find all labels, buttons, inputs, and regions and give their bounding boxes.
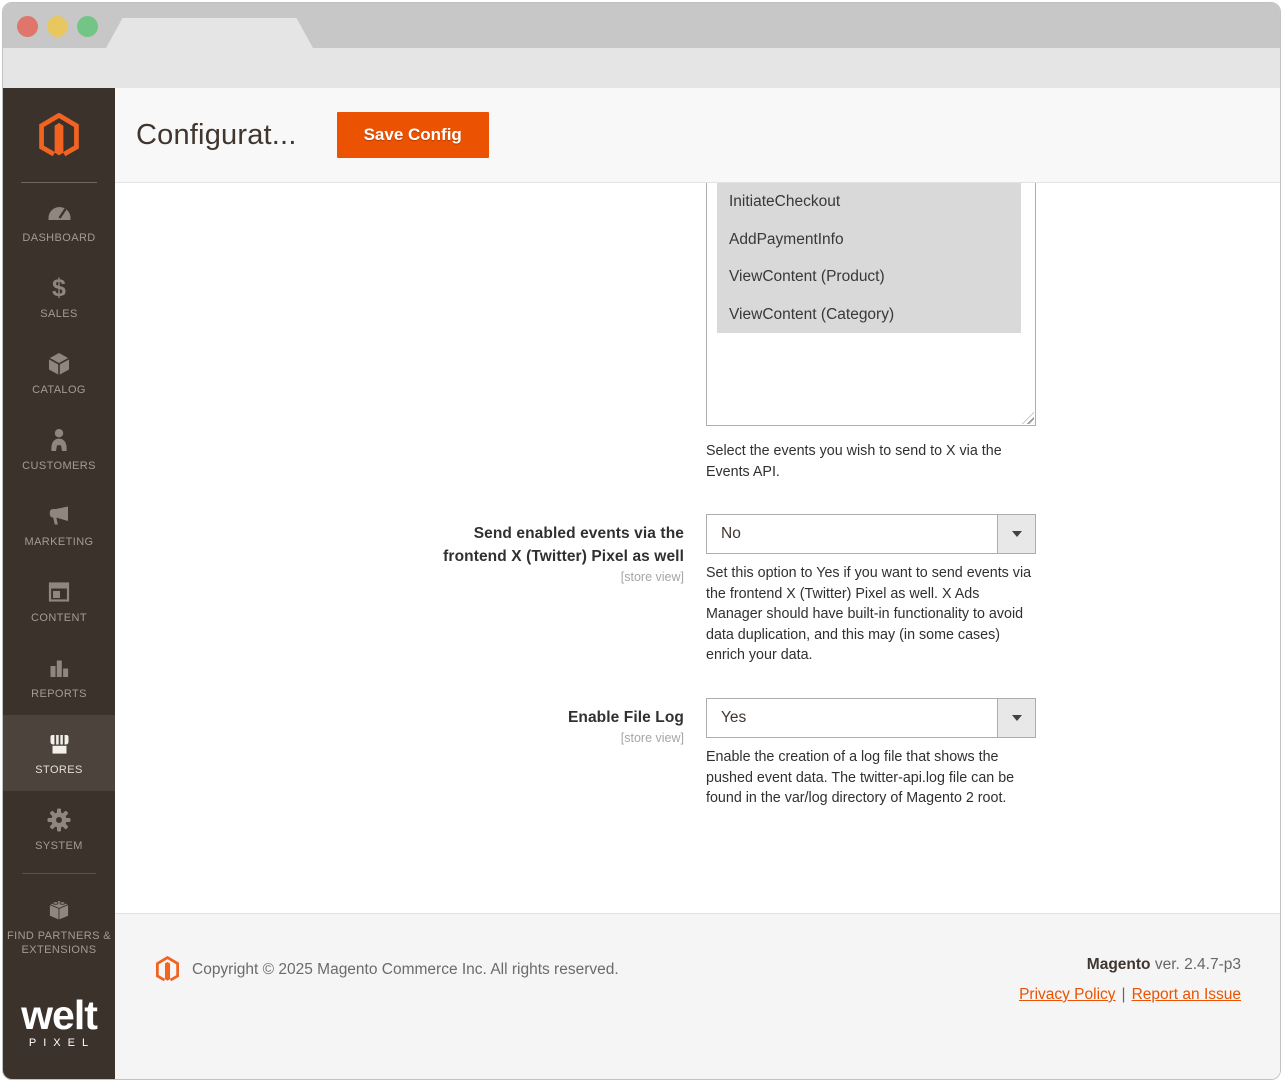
sidebar-item-system[interactable]: SYSTEM [3, 791, 115, 867]
sidebar-item-content[interactable]: CONTENT [3, 563, 115, 639]
report-issue-link[interactable]: Report an Issue [1132, 986, 1241, 1003]
privacy-policy-link[interactable]: Privacy Policy [1019, 986, 1115, 1003]
browser-toolbar [3, 48, 1280, 88]
page-title: Configurat... [136, 119, 297, 152]
sidebar-item-label: FIND PARTNERS & EXTENSIONS [7, 929, 111, 957]
sidebar-item-catalog[interactable]: CATALOG [3, 335, 115, 411]
field-label: Enable File Log [568, 706, 684, 729]
field-scope: [store view] [115, 731, 684, 745]
field-row-events: InitiateCheckout AddPaymentInfo ViewCont… [115, 183, 1280, 482]
sidebar-item-label: STORES [35, 763, 82, 777]
multiselect-option-addpaymentinfo[interactable]: AddPaymentInfo [717, 221, 1021, 259]
magento-version: Magento ver. 2.4.7-p3 [1019, 956, 1241, 974]
browser-titlebar [3, 3, 1280, 48]
package-box-icon [46, 349, 72, 379]
multiselect-option-viewcontent-product[interactable]: ViewContent (Product) [717, 258, 1021, 296]
bar-chart-icon [46, 653, 72, 683]
chevron-down-icon [997, 699, 1035, 737]
sidebar-item-label: SYSTEM [35, 839, 83, 853]
browser-tab[interactable] [106, 18, 313, 48]
chevron-down-icon [997, 515, 1035, 553]
sidebar-item-label: MARKETING [25, 535, 94, 549]
select-value: No [707, 515, 997, 553]
sidebar-item-find-partners[interactable]: FIND PARTNERS & EXTENSIONS [3, 880, 115, 972]
megaphone-icon [46, 501, 72, 531]
sidebar-item-reports[interactable]: REPORTS [3, 639, 115, 715]
magento-logo-icon [39, 113, 79, 159]
save-config-button[interactable]: Save Config [337, 112, 489, 158]
magento-brand: Magento [1087, 956, 1151, 973]
field-row-file-log: Enable File Log [store view] Yes Enable … [115, 698, 1280, 809]
minimize-window-button[interactable] [47, 16, 68, 37]
admin-footer: Copyright © 2025 Magento Commerce Inc. A… [115, 913, 1280, 1079]
sidebar-item-label: CATALOG [32, 383, 86, 397]
multiselect-option-viewcontent-category[interactable]: ViewContent (Category) [717, 296, 1021, 334]
field-row-frontend-pixel: Send enabled events via the frontend X (… [115, 514, 1280, 666]
resize-grip-icon[interactable] [1022, 412, 1034, 424]
admin-sidebar: DASHBOARD $ SALES CATALOG CUSTOME [3, 88, 115, 1079]
field-note: Set this option to Yes if you want to se… [706, 563, 1036, 666]
field-label: Send enabled events via the frontend X (… [432, 522, 684, 568]
sidebar-item-sales[interactable]: $ SALES [3, 259, 115, 335]
multiselect-option-initiatecheckout[interactable]: InitiateCheckout [717, 183, 1021, 221]
person-icon [46, 425, 72, 455]
sidebar-item-label: DASHBOARD [22, 231, 95, 245]
sidebar-nav: DASHBOARD $ SALES CATALOG CUSTOME [3, 183, 115, 972]
version-number: ver. 2.4.7-p3 [1151, 956, 1241, 973]
dashboard-gauge-icon [46, 197, 73, 227]
sidebar-item-label: REPORTS [31, 687, 87, 701]
field-scope: [store view] [115, 570, 684, 584]
magento-footer-logo-icon [156, 956, 179, 983]
file-log-select[interactable]: Yes [706, 698, 1036, 738]
field-note: Select the events you wish to send to X … [706, 441, 1036, 482]
sidebar-item-customers[interactable]: CUSTOMERS [3, 411, 115, 487]
zoom-window-button[interactable] [77, 16, 98, 37]
sidebar-divider [21, 182, 97, 183]
links-separator: | [1122, 986, 1126, 1003]
select-value: Yes [707, 699, 997, 737]
field-note: Enable the creation of a log file that s… [706, 747, 1036, 809]
page-header: Configurat... Save Config [115, 88, 1280, 183]
sidebar-divider [22, 873, 96, 874]
weltpixel-logo-welt: welt [3, 995, 115, 1035]
dollar-icon: $ [52, 273, 66, 303]
close-window-button[interactable] [17, 16, 38, 37]
sidebar-item-stores[interactable]: STORES [3, 715, 115, 791]
gear-icon [46, 805, 72, 835]
weltpixel-logo-pixel: PIXEL [9, 1037, 115, 1049]
events-multiselect[interactable]: InitiateCheckout AddPaymentInfo ViewCont… [706, 183, 1036, 426]
config-form: InitiateCheckout AddPaymentInfo ViewCont… [115, 183, 1280, 913]
sidebar-item-label: SALES [40, 307, 77, 321]
copyright-text: Copyright © 2025 Magento Commerce Inc. A… [192, 961, 619, 979]
sidebar-item-label: CONTENT [31, 611, 87, 625]
sidebar-item-dashboard[interactable]: DASHBOARD [3, 183, 115, 259]
layout-icon [46, 577, 72, 607]
brick-icon [45, 895, 73, 925]
weltpixel-logo: welt PIXEL [3, 995, 115, 1049]
sidebar-item-marketing[interactable]: MARKETING [3, 487, 115, 563]
magento-logo[interactable] [3, 88, 115, 183]
sidebar-item-label: CUSTOMERS [22, 459, 96, 473]
browser-window: DASHBOARD $ SALES CATALOG CUSTOME [2, 2, 1281, 1080]
frontend-pixel-select[interactable]: No [706, 514, 1036, 554]
storefront-icon [46, 729, 73, 759]
